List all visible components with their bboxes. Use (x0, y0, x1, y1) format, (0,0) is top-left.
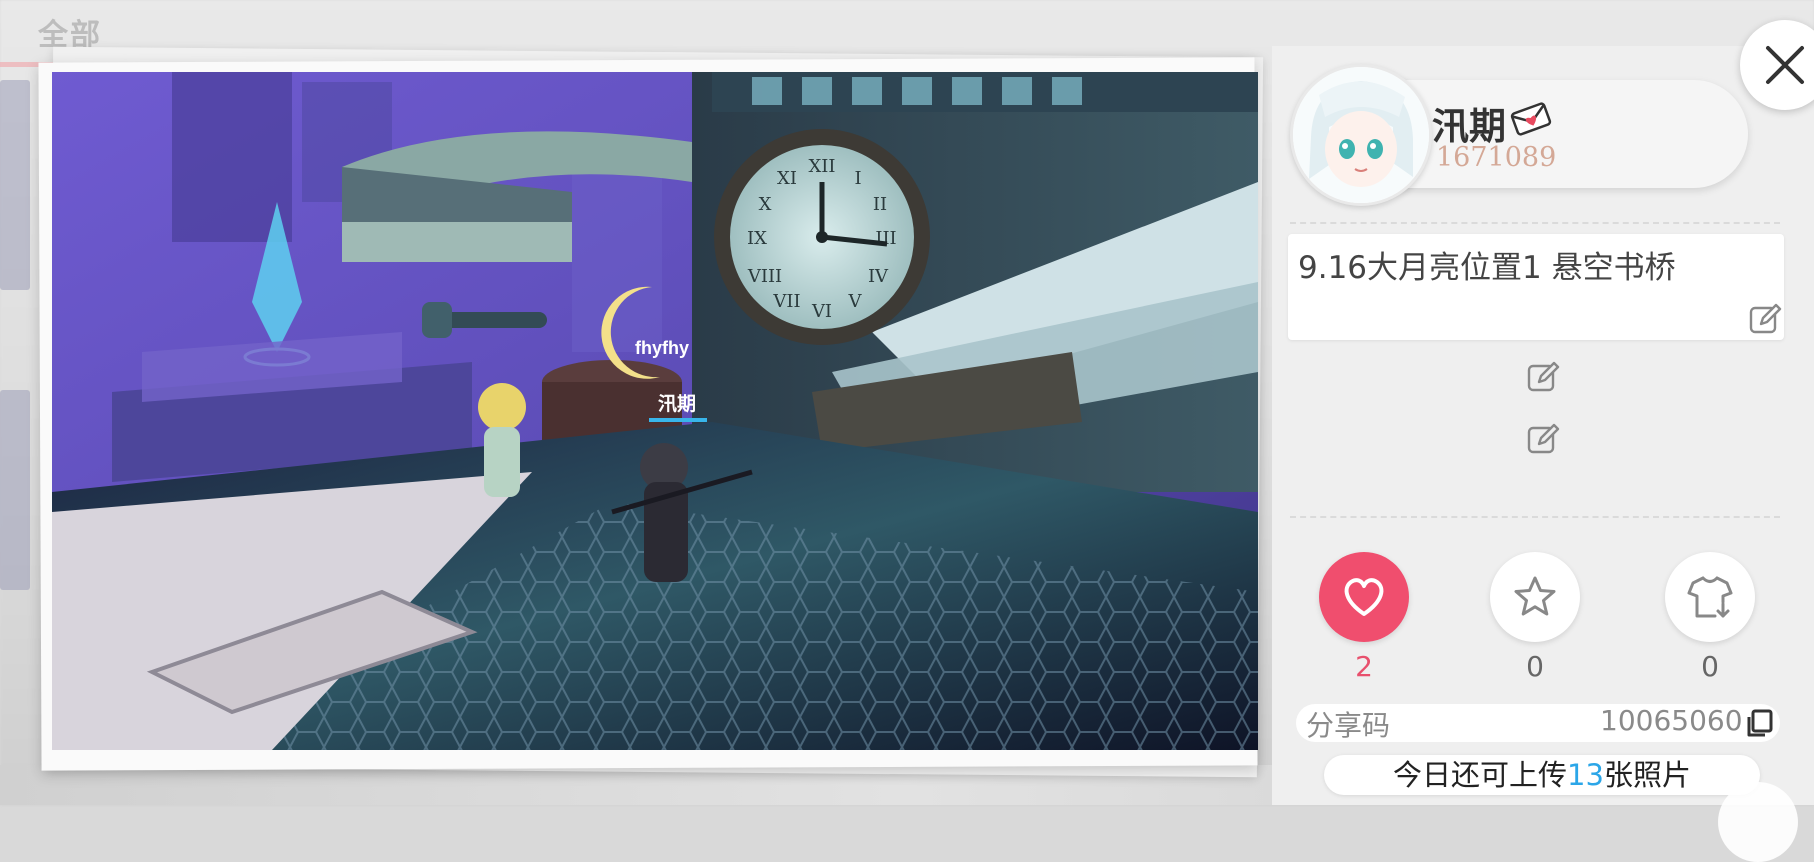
upload-prefix: 今日还可上传 (1393, 758, 1568, 792)
divider (1290, 516, 1780, 518)
user-id: 1671089 (1436, 142, 1557, 173)
edit-description-icon[interactable] (1748, 302, 1782, 336)
svg-text:XI: XI (777, 168, 797, 189)
svg-text:V: V (848, 291, 863, 312)
favorite-button[interactable] (1490, 552, 1580, 642)
share-code-value: 10065060 (1600, 704, 1743, 737)
avatar[interactable] (1290, 64, 1432, 206)
share-code-label: 分享码 (1306, 709, 1391, 742)
upload-quota: 今日还可上传13张照片 (1324, 755, 1760, 795)
outfit-download-button[interactable] (1665, 552, 1755, 642)
edit-icon[interactable] (1526, 422, 1560, 456)
photo-image[interactable]: XII III VI IX I II IV V VII VIII X XI fhyfhy 汛… (52, 72, 1258, 750)
background-thumbnail (0, 390, 30, 590)
copy-icon[interactable] (1744, 708, 1774, 738)
svg-text:VIII: VIII (747, 266, 782, 287)
favorite-count: 0 (1526, 650, 1544, 683)
player-nametag: 汛期 (658, 393, 696, 415)
svg-text:IX: IX (747, 228, 767, 249)
svg-text:I: I (854, 168, 861, 189)
edit-icon[interactable] (1526, 360, 1560, 394)
close-icon (1766, 46, 1804, 84)
photo-description: 9.16大月亮位置1 悬空书桥 (1298, 250, 1676, 286)
corner-button[interactable] (1718, 782, 1798, 862)
heart-icon (1344, 578, 1384, 616)
love-letter-icon (1510, 102, 1552, 136)
like-count: 2 (1355, 650, 1373, 683)
svg-text:XII: XII (808, 156, 835, 177)
outfit-count: 0 (1701, 650, 1719, 683)
svg-text:IV: IV (868, 266, 889, 287)
svg-text:VII: VII (772, 291, 800, 312)
star-icon (1514, 576, 1556, 616)
avatar-image (1293, 67, 1429, 203)
svg-text:X: X (759, 194, 772, 215)
background-thumbnail (0, 80, 30, 290)
shirt-download-icon (1687, 576, 1733, 618)
like-button[interactable] (1319, 552, 1409, 642)
svg-text:II: II (873, 194, 887, 215)
svg-text:VI: VI (811, 301, 832, 322)
player-hp-bar (649, 418, 707, 422)
upload-count: 13 (1567, 758, 1604, 792)
player-nametag: fhyfhy (635, 338, 689, 358)
divider (1290, 222, 1780, 224)
game-scene: XIIIII VIIX III IVV VIIVIII XXI fhyfhy 汛… (52, 72, 1258, 750)
upload-suffix: 张照片 (1603, 758, 1691, 792)
